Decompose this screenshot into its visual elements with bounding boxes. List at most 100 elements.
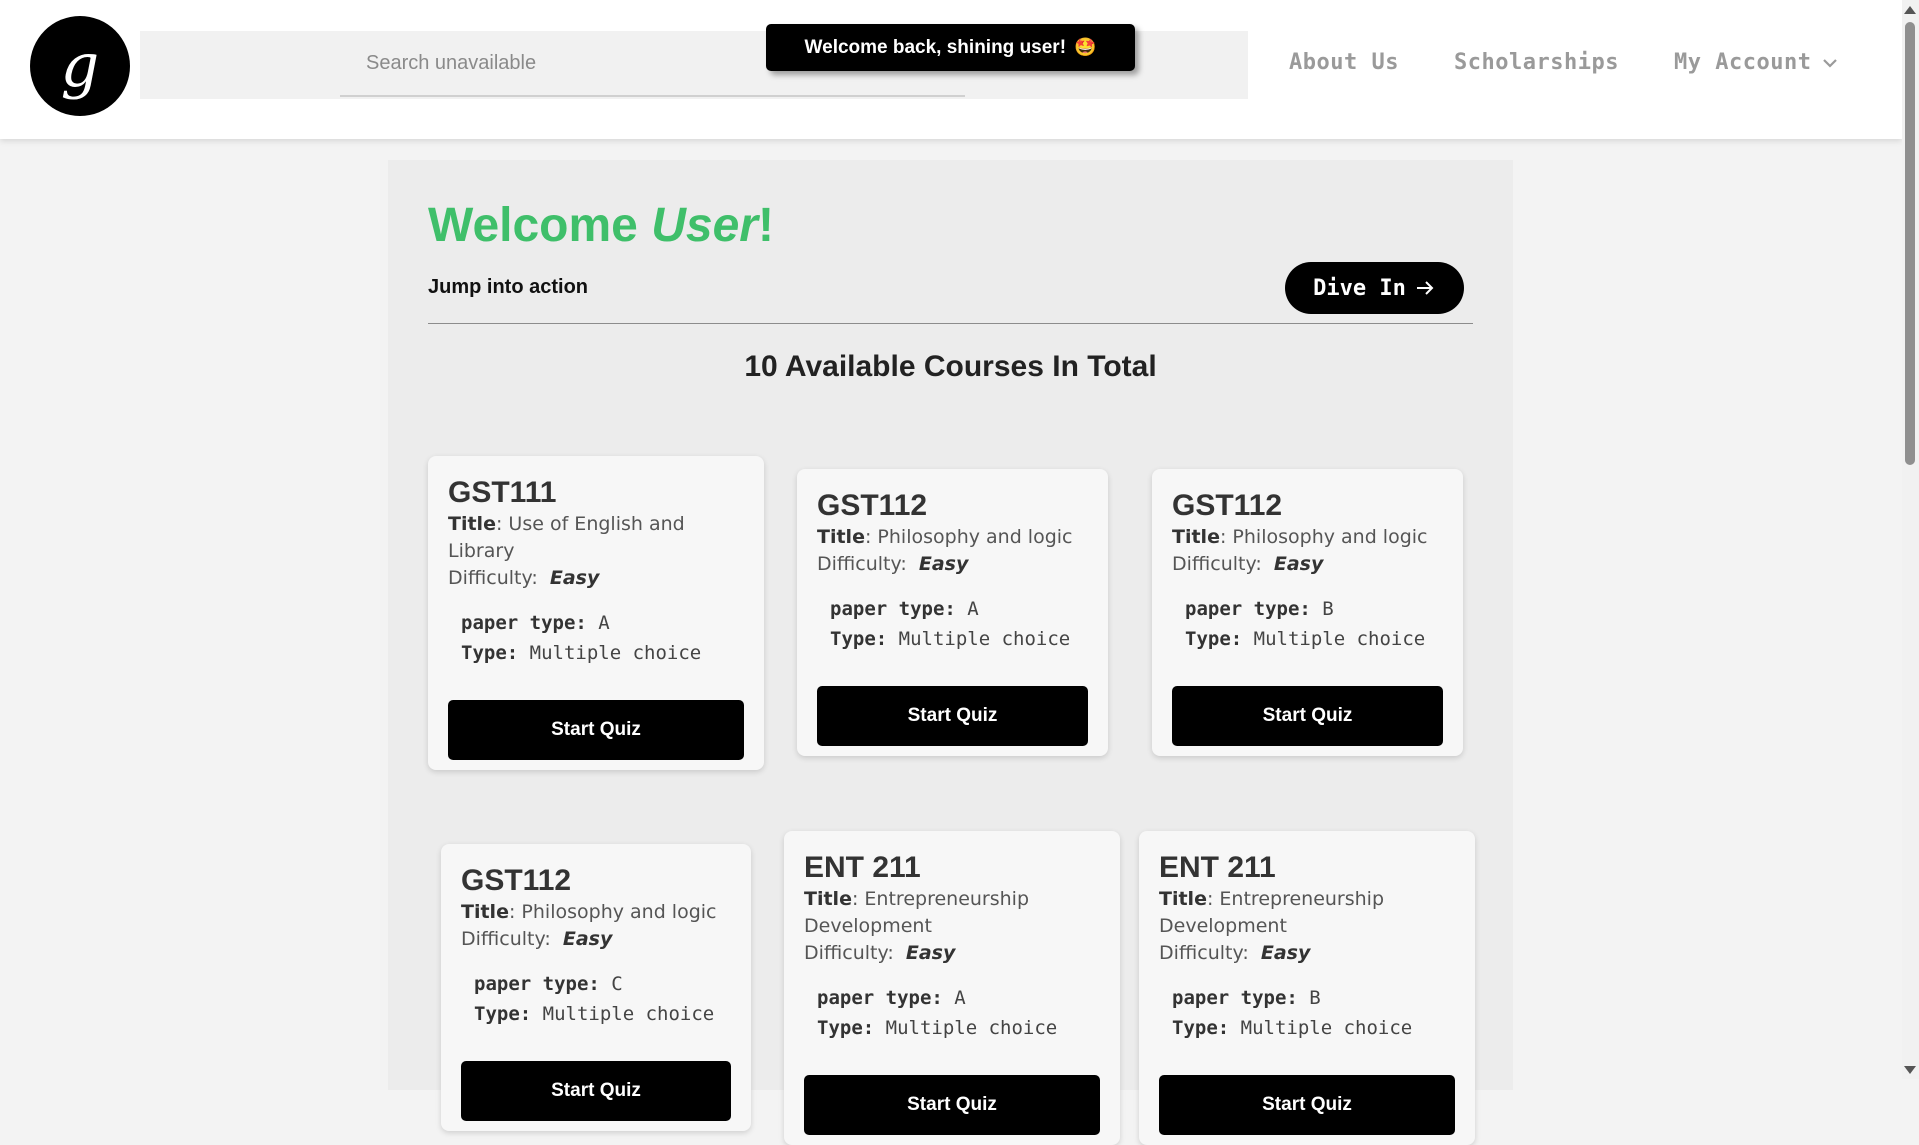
difficulty-label: Difficulty:: [461, 927, 551, 950]
course-code: GST112: [1172, 489, 1283, 522]
nav-my-account-label: My Account: [1674, 50, 1812, 75]
course-card: GST112 Title: Philosophy and logic Diffi…: [797, 469, 1108, 756]
paper-type-value: C: [611, 972, 623, 995]
divider: [428, 323, 1473, 324]
start-quiz-button[interactable]: Start Quiz: [448, 700, 744, 760]
course-title: Philosophy and logic: [877, 525, 1073, 548]
arrow-right-icon: [1416, 281, 1434, 295]
paper-type-label: paper type:: [1185, 597, 1311, 620]
start-quiz-button[interactable]: Start Quiz: [1172, 686, 1443, 746]
jump-into-action-text: Jump into action: [428, 276, 588, 298]
available-courses-heading: 10 Available Courses In Total: [744, 350, 1157, 383]
course-code: ENT 211: [1159, 851, 1276, 884]
difficulty-label: Difficulty:: [1159, 941, 1249, 964]
course-title-line: Title: Philosophy and logic: [461, 900, 717, 923]
nav-scholarships[interactable]: Scholarships: [1454, 50, 1619, 75]
paper-type-label: paper type:: [830, 597, 956, 620]
course-meta: paper type: B Type: Multiple choice: [1172, 983, 1455, 1043]
type-value: Multiple choice: [885, 1016, 1058, 1039]
logo[interactable]: g: [30, 16, 130, 116]
nav-about-us[interactable]: About Us: [1289, 50, 1399, 75]
course-title-line: Title: Philosophy and logic: [817, 525, 1073, 548]
course-difficulty-line: Difficulty: Easy: [461, 926, 731, 953]
paper-type-value: B: [1309, 986, 1321, 1009]
difficulty-label: Difficulty:: [804, 941, 894, 964]
course-code: GST112: [817, 489, 928, 522]
scrollbar-thumb[interactable]: [1905, 22, 1915, 465]
course-title-line: Title: Entrepreneurship Development: [804, 887, 1030, 937]
paper-type-value: A: [967, 597, 979, 620]
course-meta: paper type: C Type: Multiple choice: [474, 969, 731, 1029]
course-meta: paper type: A Type: Multiple choice: [461, 608, 744, 668]
welcome-heading: Welcome User!: [428, 198, 774, 253]
difficulty-label: Difficulty:: [448, 566, 538, 589]
type-value: Multiple choice: [529, 641, 702, 664]
type-label: Type:: [474, 1002, 532, 1025]
difficulty-label: Difficulty:: [817, 552, 907, 575]
start-quiz-button[interactable]: Start Quiz: [461, 1061, 731, 1121]
course-difficulty: Easy: [549, 566, 600, 589]
title-label: Title: [1159, 887, 1207, 910]
type-label: Type:: [1185, 627, 1243, 650]
course-meta: paper type: A Type: Multiple choice: [830, 594, 1088, 654]
type-value: Multiple choice: [1240, 1016, 1413, 1039]
type-label: Type:: [830, 627, 888, 650]
course-title: Philosophy and logic: [1232, 525, 1428, 548]
dive-in-label: Dive In: [1313, 275, 1406, 301]
nav-my-account[interactable]: My Account: [1674, 50, 1839, 75]
course-meta: paper type: B Type: Multiple choice: [1185, 594, 1443, 654]
course-card: ENT 211 Title: Entrepreneurship Developm…: [784, 831, 1120, 1145]
course-meta: paper type: A Type: Multiple choice: [817, 983, 1100, 1043]
course-code: ENT 211: [804, 851, 921, 884]
course-title-line: Title: Philosophy and logic: [1172, 525, 1428, 548]
main-panel: Welcome User! Jump into action Dive In 1…: [388, 160, 1513, 1145]
difficulty-label: Difficulty:: [1172, 552, 1262, 575]
course-difficulty: Easy: [1260, 941, 1311, 964]
paper-type-value: B: [1322, 597, 1334, 620]
course-card: GST111 Title: Use of English and Library…: [428, 456, 764, 770]
course-difficulty: Easy: [905, 941, 956, 964]
course-difficulty-line: Difficulty: Easy: [804, 940, 1100, 967]
course-card: ENT 211 Title: Entrepreneurship Developm…: [1139, 831, 1475, 1145]
course-difficulty-line: Difficulty: Easy: [1159, 940, 1455, 967]
title-label: Title: [1172, 525, 1220, 548]
paper-type-value: A: [954, 986, 966, 1009]
course-title-line: Title: Use of English and Library: [448, 512, 685, 562]
start-quiz-button[interactable]: Start Quiz: [804, 1075, 1100, 1135]
course-title: Philosophy and logic: [521, 900, 717, 923]
paper-type-value: A: [598, 611, 610, 634]
chevron-down-icon: [1823, 58, 1838, 68]
course-title-line: Title: Entrepreneurship Development: [1159, 887, 1385, 937]
course-card: GST112 Title: Philosophy and logic Diffi…: [441, 844, 751, 1131]
welcome-user-name: User: [651, 199, 758, 252]
toast-text: Welcome back, shining user!: [804, 36, 1067, 58]
paper-type-label: paper type:: [817, 986, 943, 1009]
course-difficulty: Easy: [1273, 552, 1324, 575]
start-quiz-button[interactable]: Start Quiz: [817, 686, 1088, 746]
type-label: Type:: [461, 641, 519, 664]
welcome-suffix: !: [757, 199, 774, 252]
course-code: GST111: [448, 476, 557, 509]
course-difficulty-line: Difficulty: Easy: [1172, 551, 1443, 578]
type-value: Multiple choice: [898, 627, 1071, 650]
title-label: Title: [804, 887, 852, 910]
top-header: g Welcome back, shining user! 🤩 About Us…: [0, 0, 1902, 139]
course-difficulty: Easy: [562, 927, 613, 950]
course-difficulty: Easy: [918, 552, 969, 575]
title-label: Title: [448, 512, 496, 535]
scroll-up-arrow-icon[interactable]: [1904, 6, 1916, 14]
paper-type-label: paper type:: [1172, 986, 1298, 1009]
type-value: Multiple choice: [1253, 627, 1426, 650]
course-difficulty-line: Difficulty: Easy: [448, 565, 744, 592]
course-difficulty-line: Difficulty: Easy: [817, 551, 1088, 578]
course-code: GST112: [461, 864, 572, 897]
scroll-down-arrow-icon[interactable]: [1904, 1066, 1916, 1074]
paper-type-label: paper type:: [461, 611, 587, 634]
paper-type-label: paper type:: [474, 972, 600, 995]
title-label: Title: [461, 900, 509, 923]
dive-in-button[interactable]: Dive In: [1285, 262, 1464, 314]
logo-glyph: g: [60, 31, 100, 101]
start-quiz-button[interactable]: Start Quiz: [1159, 1075, 1455, 1135]
welcome-toast: Welcome back, shining user! 🤩: [766, 24, 1135, 71]
type-label: Type:: [817, 1016, 875, 1039]
